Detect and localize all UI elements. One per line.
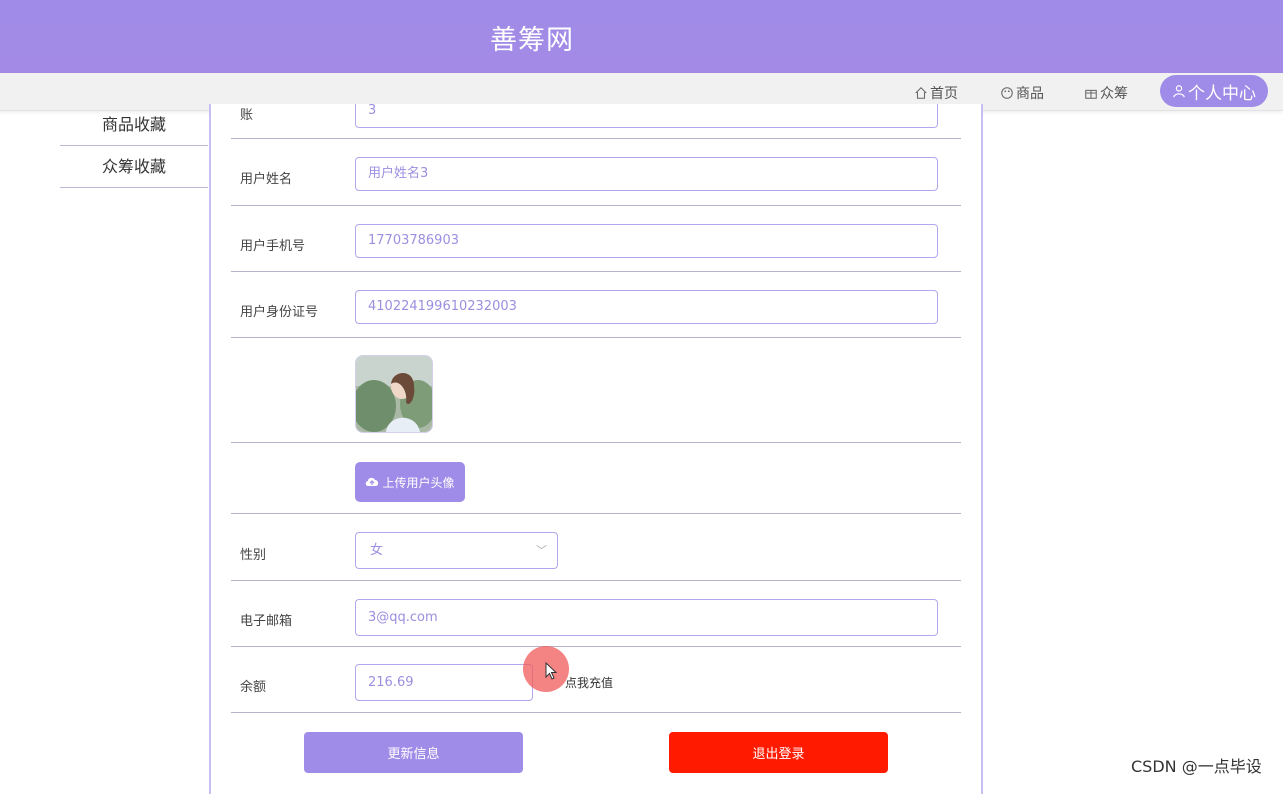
home-icon (915, 87, 927, 99)
logout-button[interactable]: 退出登录 (669, 732, 888, 773)
user-icon (1173, 85, 1185, 98)
sidebar: 商品收藏 众筹收藏 (60, 104, 208, 188)
form-row-account: 账 3 (231, 104, 961, 139)
phone-label: 用户手机号 (240, 239, 306, 254)
nav-home-label: 首页 (930, 86, 958, 102)
profile-form: 账 3 用户姓名 用户姓名3 用户手机号 17703786903 用户身份证号 … (209, 104, 983, 794)
account-input[interactable]: 3 (355, 104, 938, 128)
phone-input[interactable]: 17703786903 (355, 224, 938, 258)
nav-home[interactable]: 首页 (914, 83, 958, 103)
email-input[interactable]: 3@qq.com (355, 599, 938, 636)
email-label: 电子邮箱 (240, 614, 293, 629)
nav-personal-center-label: 个人中心 (1188, 83, 1256, 104)
form-row-phone: 用户手机号 17703786903 (231, 205, 961, 272)
avatar-image (356, 356, 432, 432)
nav-goods-label: 商品 (1016, 86, 1044, 102)
header-bar: 善筹网 (0, 0, 1283, 73)
gender-label: 性别 (240, 548, 267, 563)
form-row-name: 用户姓名 用户姓名3 (231, 138, 961, 206)
nav-goods[interactable]: 商品 (1000, 83, 1044, 103)
nav-personal-center[interactable]: 个人中心 (1160, 75, 1268, 107)
form-row-balance: 余额 216.69 点我充值 (231, 646, 961, 713)
palette-icon (1001, 87, 1013, 99)
sidebar-item-goods-favorites[interactable]: 商品收藏 (60, 104, 208, 146)
mouse-pointer-icon (545, 662, 557, 680)
form-row-idcard: 用户身份证号 410224199610232003 (231, 271, 961, 338)
gender-select[interactable]: 女 ﹀ (355, 532, 558, 569)
nav-crowdfunding[interactable]: 众筹 (1084, 83, 1128, 103)
gender-selected-value: 女 (370, 543, 384, 558)
idcard-input[interactable]: 410224199610232003 (355, 290, 938, 324)
upload-avatar-label: 上传用户头像 (382, 475, 455, 490)
chevron-down-icon: ﹀ (536, 544, 547, 557)
nav-crowdfunding-label: 众筹 (1100, 86, 1128, 102)
form-row-email: 电子邮箱 3@qq.com (231, 580, 961, 647)
form-row-gender: 性别 女 ﹀ (231, 513, 961, 581)
name-input[interactable]: 用户姓名3 (355, 157, 938, 191)
update-info-button[interactable]: 更新信息 (304, 732, 523, 773)
balance-input[interactable]: 216.69 (355, 664, 533, 701)
account-label: 账 (240, 108, 254, 123)
form-row-avatar (231, 337, 961, 443)
watermark: CSDN @一点毕设 (1131, 757, 1262, 776)
avatar (355, 355, 433, 433)
form-row-upload: 上传用户头像 (231, 442, 961, 514)
gift-icon (1085, 89, 1097, 99)
balance-label: 余额 (240, 680, 267, 695)
cloud-upload-icon (366, 477, 379, 486)
upload-avatar-button[interactable]: 上传用户头像 (355, 462, 465, 502)
idcard-label: 用户身份证号 (240, 305, 319, 320)
name-label: 用户姓名 (240, 172, 293, 187)
recharge-link[interactable]: 点我充值 (565, 674, 613, 691)
sidebar-item-crowdfunding-favorites[interactable]: 众筹收藏 (60, 146, 208, 188)
site-title: 善筹网 (490, 25, 574, 56)
